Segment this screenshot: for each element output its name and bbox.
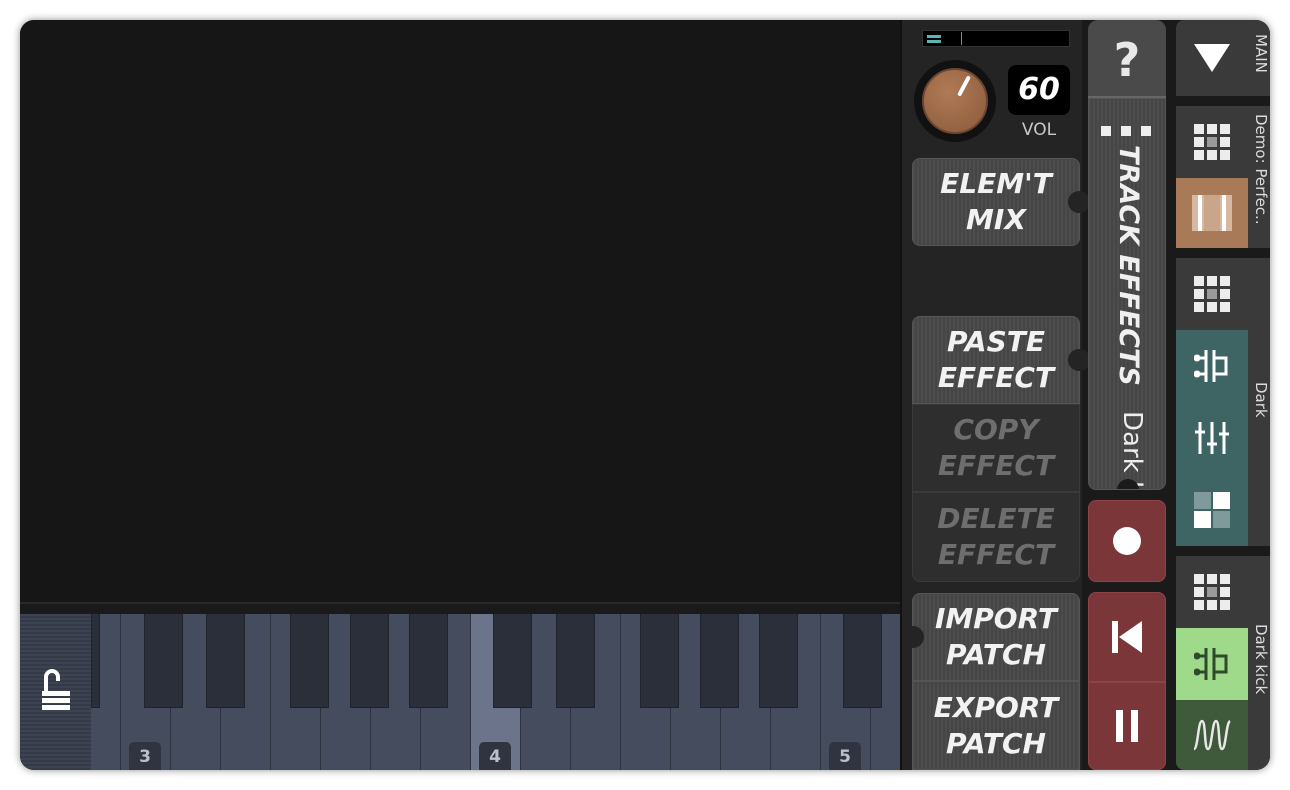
grid-icon: [1194, 124, 1230, 160]
song-grid-button[interactable]: [1176, 106, 1248, 178]
rewind-icon: [1112, 621, 1142, 653]
volume-knob[interactable]: [914, 60, 996, 142]
main-menu-button[interactable]: [1176, 20, 1248, 96]
element-mix-label-line1: ELEM'T: [940, 167, 1052, 200]
connector-notch: [1068, 349, 1090, 371]
black-key[interactable]: [556, 614, 595, 708]
black-key[interactable]: [206, 614, 245, 708]
import-patch-label-line2: PATCH: [945, 638, 1046, 671]
track-patterns-button[interactable]: [1176, 474, 1248, 546]
black-key[interactable]: [843, 614, 882, 708]
unlocked-padlock-icon: [41, 669, 70, 710]
navigation-sidebar: MAIN Demo: Perfec.. Dark Dark kick: [1176, 20, 1270, 770]
delete-effect-label-line2: EFFECT: [937, 538, 1055, 571]
separator: [1176, 248, 1270, 258]
paste-effect-button[interactable]: PASTE EFFECT: [912, 316, 1090, 404]
app-window: 3 4 5 60 VOL ELEM'T MIX PASTE EFFECT COP…: [20, 20, 1270, 770]
keyboard-lock-button[interactable]: [20, 614, 91, 770]
waveform-icon: [1192, 719, 1231, 751]
delete-effect-label-line1: DELETE: [937, 502, 1055, 535]
level-meter-bar: [927, 35, 941, 38]
main-display-area[interactable]: [20, 20, 900, 604]
instrument-name-label: Dark kick: [1252, 624, 1270, 695]
track-name-sidebar-label: Dark: [1252, 382, 1270, 418]
octave-label: 3: [129, 742, 161, 770]
export-patch-label-line2: PATCH: [945, 726, 1046, 760]
element-mix-button[interactable]: ELEM'T MIX: [912, 158, 1090, 246]
track-mixer-button[interactable]: [1176, 402, 1248, 474]
grid-icon: [1194, 276, 1230, 312]
octave-label: 5: [829, 742, 861, 770]
track-column: ? TRACK EFFECTS Dark kick: [1088, 20, 1166, 770]
paste-effect-label-line2: EFFECT: [937, 361, 1055, 394]
effects-control-panel: 60 VOL ELEM'T MIX PASTE EFFECT COPY EFFE…: [900, 20, 1090, 770]
grid-icon: [1194, 574, 1230, 610]
help-button[interactable]: ?: [1088, 20, 1166, 98]
pause-icon: [1116, 710, 1138, 742]
export-patch-label-line1: EXPORT: [933, 690, 1059, 724]
black-key[interactable]: [409, 614, 448, 708]
song-view-button[interactable]: [1176, 178, 1248, 248]
piano-keyboard[interactable]: 3 4 5: [20, 614, 900, 770]
triangle-down-icon: [1194, 44, 1230, 72]
copy-effect-label-line1: COPY: [953, 413, 1039, 446]
connector-notch: [1068, 191, 1090, 213]
black-key[interactable]: [493, 614, 532, 708]
black-key[interactable]: [91, 614, 100, 708]
record-icon: [1113, 527, 1141, 555]
black-key[interactable]: [350, 614, 389, 708]
export-patch-button[interactable]: EXPORT PATCH: [912, 681, 1080, 770]
pause-button[interactable]: [1088, 682, 1166, 770]
level-meter-marker: [961, 32, 962, 45]
instrument-waveform-button[interactable]: [1176, 700, 1248, 770]
main-label: MAIN: [1252, 34, 1270, 73]
song-name-label: Demo: Perfec..: [1252, 114, 1270, 225]
rewind-button[interactable]: [1088, 592, 1166, 682]
track-effects-label: TRACK EFFECTS: [1113, 145, 1144, 386]
import-patch-label-line1: IMPORT: [934, 602, 1057, 635]
connector-icon: [1194, 350, 1228, 382]
separator: [1176, 546, 1270, 556]
copy-effect-label-line2: EFFECT: [937, 449, 1055, 482]
song-bars-icon: [1192, 195, 1232, 231]
black-key[interactable]: [640, 614, 679, 708]
volume-knob-face: [922, 68, 988, 134]
volume-label: VOL: [1021, 120, 1057, 140]
pattern-squares-icon: [1194, 492, 1230, 528]
mixer-sliders-icon: [1195, 422, 1229, 454]
element-mix-label-line2: MIX: [966, 203, 1026, 236]
black-key[interactable]: [144, 614, 183, 708]
copy-effect-button[interactable]: COPY EFFECT: [912, 404, 1080, 492]
black-key[interactable]: [290, 614, 329, 708]
volume-value: 60: [1008, 65, 1070, 115]
delete-effect-button[interactable]: DELETE EFFECT: [912, 492, 1080, 582]
ellipsis-icon: [1101, 121, 1161, 140]
black-key[interactable]: [700, 614, 739, 708]
separator: [1176, 96, 1270, 106]
connector-notch: [902, 626, 924, 648]
instrument-grid-button[interactable]: [1176, 556, 1248, 628]
instrument-connections-button[interactable]: [1176, 628, 1248, 700]
track-effects-button[interactable]: TRACK EFFECTS Dark kick: [1088, 98, 1166, 490]
import-patch-button[interactable]: IMPORT PATCH: [902, 593, 1080, 681]
level-meter: [922, 30, 1070, 47]
track-connections-button[interactable]: [1176, 330, 1248, 402]
paste-effect-label-line1: PASTE: [946, 325, 1045, 358]
black-key[interactable]: [759, 614, 798, 708]
connector-icon: [1194, 648, 1228, 680]
octave-label: 4: [479, 742, 511, 770]
track-grid-button[interactable]: [1176, 258, 1248, 330]
record-button[interactable]: [1088, 500, 1166, 582]
track-name-label: Dark kick: [1117, 411, 1147, 490]
